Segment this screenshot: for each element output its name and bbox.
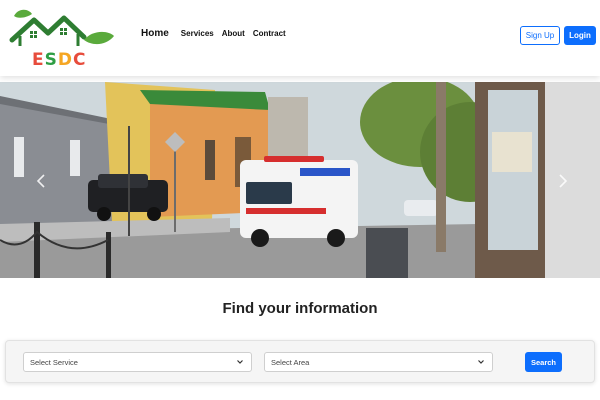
nav-link-services[interactable]: Services bbox=[181, 29, 214, 38]
logo-letter: E bbox=[32, 50, 45, 70]
area-select-placeholder: Select Area bbox=[271, 357, 310, 367]
chevron-left-icon[interactable] bbox=[34, 172, 48, 190]
nav-link-contract[interactable]: Contract bbox=[253, 29, 286, 38]
hero-carousel bbox=[0, 82, 600, 278]
nav-link-home[interactable]: Home bbox=[141, 28, 169, 39]
hero-image bbox=[0, 82, 600, 278]
chevron-right-icon[interactable] bbox=[556, 172, 570, 190]
sign-up-button[interactable]: Sign Up bbox=[520, 26, 560, 45]
logo-letter: S bbox=[44, 50, 58, 70]
nav-link-about[interactable]: About bbox=[222, 29, 245, 38]
logo-letter: C bbox=[73, 50, 87, 70]
service-select-placeholder: Select Service bbox=[30, 357, 78, 367]
area-select[interactable]: Select Area bbox=[264, 352, 493, 372]
search-button[interactable]: Search bbox=[525, 352, 562, 372]
main-nav: Home Services About Contract bbox=[141, 28, 286, 39]
chevron-down-icon bbox=[237, 360, 243, 364]
service-select[interactable]: Select Service bbox=[23, 352, 252, 372]
site-logo[interactable]: ESDC bbox=[8, 6, 118, 70]
chevron-down-icon bbox=[478, 360, 484, 364]
section-title: Find your information bbox=[222, 300, 378, 317]
logo-wordmark: ESDC bbox=[32, 50, 86, 70]
logo-letter: D bbox=[57, 50, 73, 70]
login-button[interactable]: Login bbox=[564, 26, 596, 45]
search-panel: Select Service Select Area Search bbox=[5, 340, 595, 383]
top-navbar: ESDC Home Services About Contract Sign U… bbox=[0, 0, 600, 76]
